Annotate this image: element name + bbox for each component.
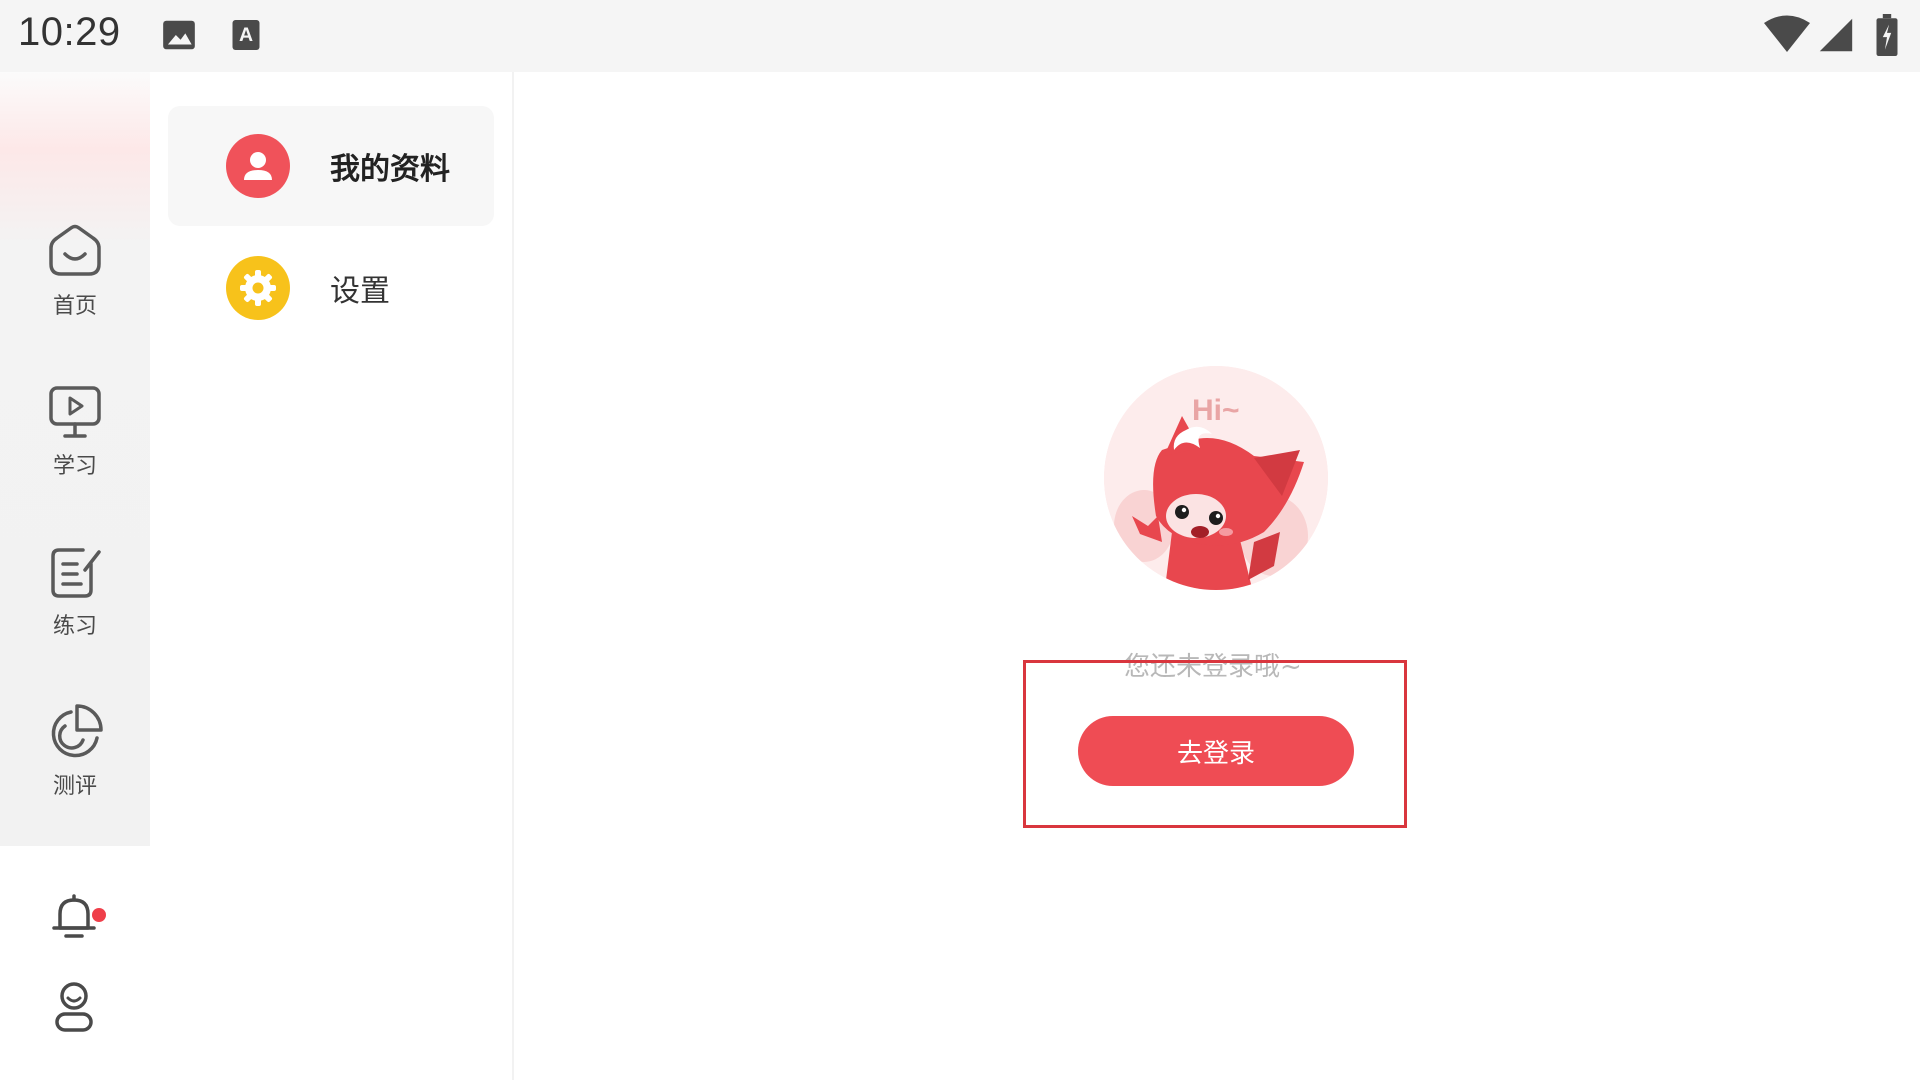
nav-item-study[interactable]: 学习 — [0, 380, 150, 510]
nav-item-study-label: 学习 — [52, 454, 97, 479]
menu-item-settings-label: 设置 — [330, 274, 390, 309]
notification-badge — [92, 908, 106, 922]
battery-charging-icon — [1876, 14, 1898, 56]
nav-item-home-label: 首页 — [52, 294, 97, 319]
notes-edit-icon — [51, 548, 101, 598]
menu-panel: 我的资料 设置 — [150, 72, 514, 1080]
home-icon — [49, 224, 101, 276]
user-icon[interactable] — [48, 980, 100, 1034]
avatar-greeting: Hi~ — [1192, 394, 1240, 427]
signal-icon — [1819, 18, 1853, 52]
wifi-icon — [1764, 15, 1810, 52]
profile-icon — [226, 134, 290, 198]
nav-item-assessment-label: 测评 — [52, 774, 97, 799]
nav-item-assessment[interactable]: 测评 — [0, 700, 150, 830]
svg-text:A: A — [239, 24, 253, 46]
pie-chart-icon — [51, 704, 103, 758]
nav-rail: 首页 学习 练习 测评 — [0, 72, 150, 1080]
menu-item-my-profile[interactable]: 我的资料 — [168, 106, 494, 226]
menu-item-my-profile-label: 我的资料 — [330, 152, 450, 187]
status-bar: 10:29 A — [0, 0, 1920, 72]
login-button[interactable]: 去登录 — [1078, 716, 1354, 786]
nav-item-home[interactable]: 首页 — [0, 220, 150, 350]
monitor-play-icon — [49, 386, 101, 438]
keyboard-a-icon: A — [232, 20, 260, 50]
gear-icon — [226, 256, 290, 320]
image-icon — [163, 20, 195, 50]
status-time: 10:29 — [18, 10, 121, 54]
menu-item-settings[interactable]: 设置 — [168, 228, 494, 348]
nav-item-practice[interactable]: 练习 — [0, 540, 150, 670]
nav-item-practice-label: 练习 — [52, 614, 97, 639]
